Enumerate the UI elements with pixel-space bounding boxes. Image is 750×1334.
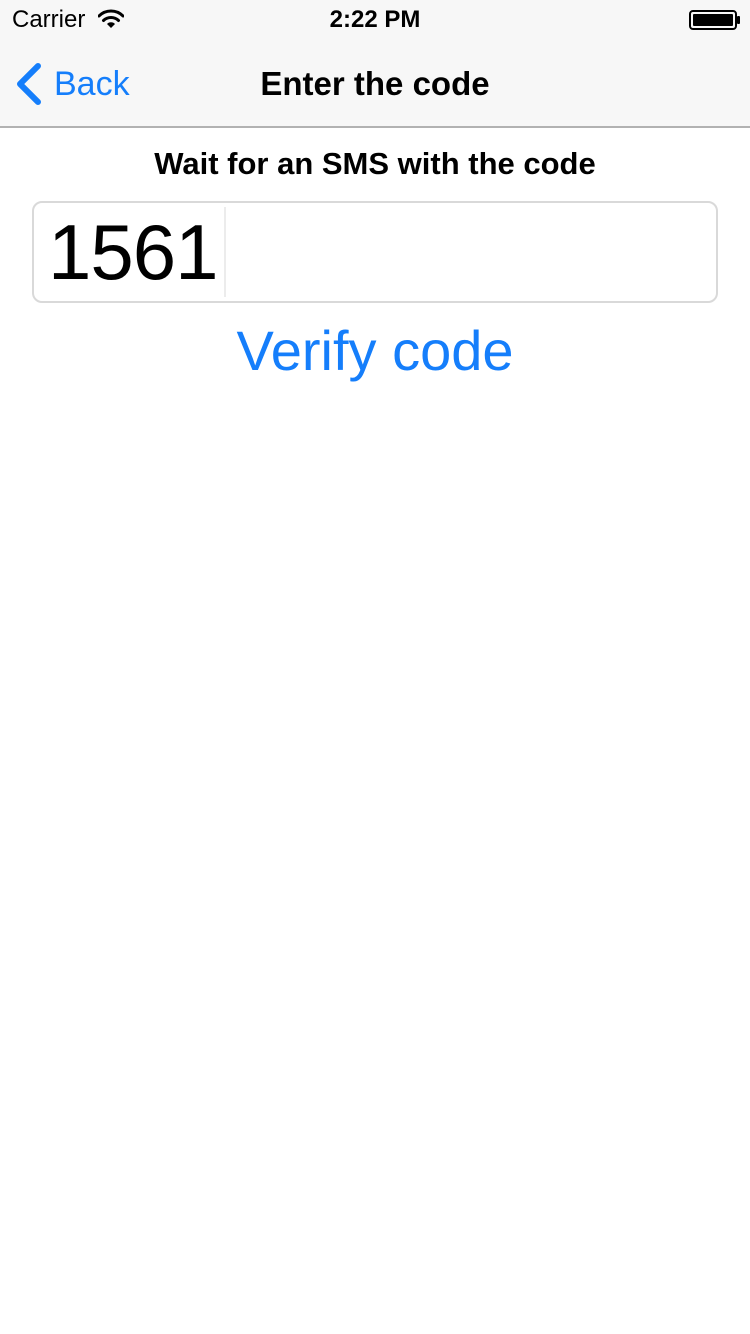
- code-input-value: 1561: [48, 208, 219, 296]
- instruction-text: Wait for an SMS with the code: [154, 146, 596, 181]
- text-cursor: [223, 207, 226, 297]
- top-bars: Carrier 2:22 PM Back Enter the code: [0, 0, 750, 128]
- code-input[interactable]: 1561: [32, 201, 718, 303]
- battery-icon: [689, 10, 740, 30]
- navigation-bar: Back Enter the code: [0, 40, 750, 128]
- screen: Carrier 2:22 PM Back Enter the code Wait…: [0, 0, 750, 1334]
- status-time: 2:22 PM: [329, 6, 421, 33]
- page-title: Enter the code: [260, 65, 490, 102]
- verify-code-button[interactable]: Verify code: [0, 318, 750, 384]
- status-bar: Carrier 2:22 PM: [0, 0, 750, 40]
